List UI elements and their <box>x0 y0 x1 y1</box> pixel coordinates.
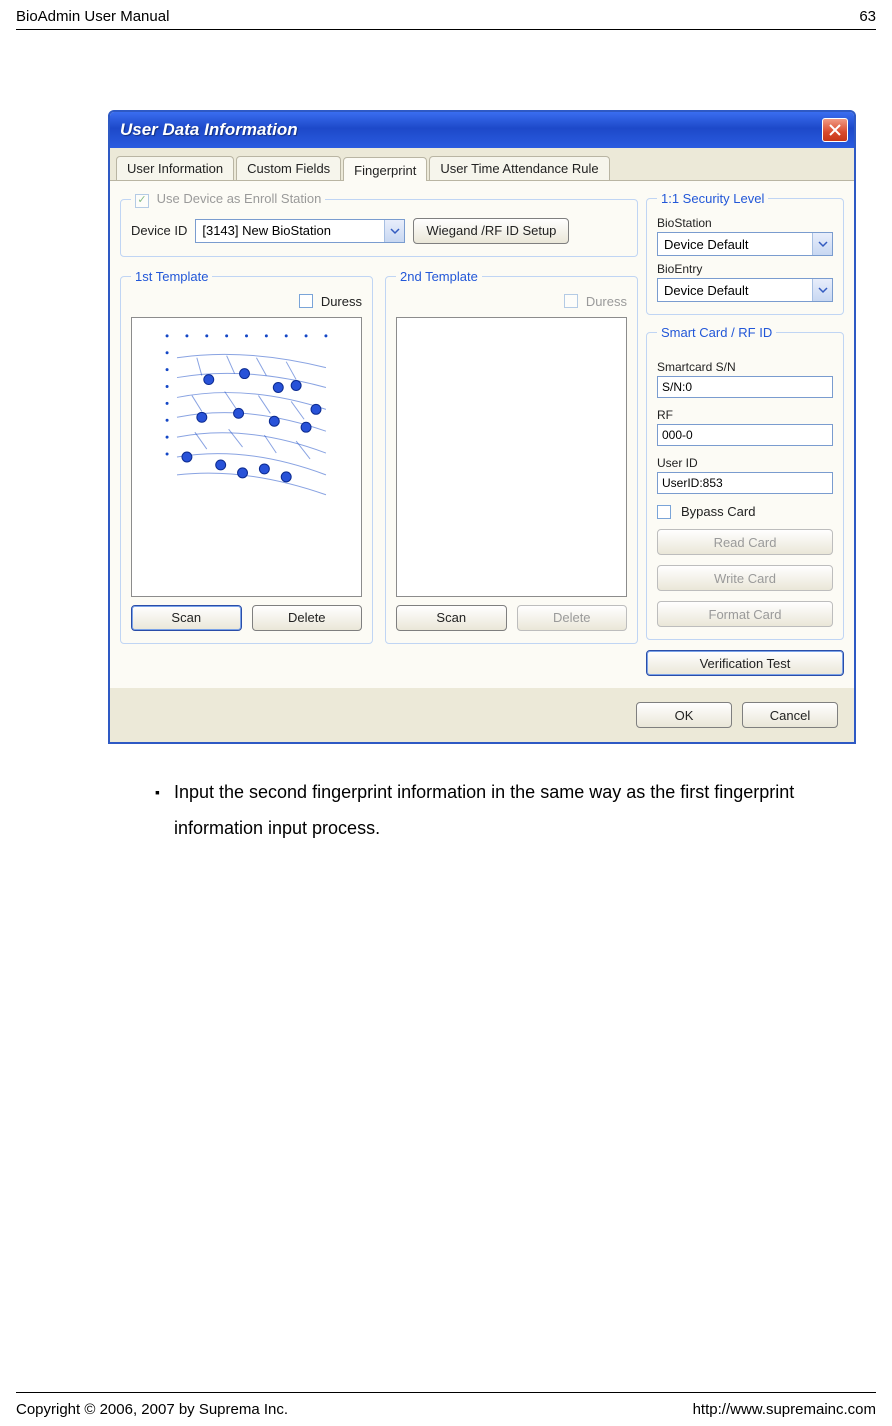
wiegand-setup-button[interactable]: Wiegand /RF ID Setup <box>413 218 569 244</box>
duress1-label: Duress <box>321 294 362 309</box>
chevron-down-icon <box>812 279 832 301</box>
tab-time-attendance[interactable]: User Time Attendance Rule <box>429 156 609 180</box>
bioentry-value: Device Default <box>664 283 749 298</box>
tab-strip: User Information Custom Fields Fingerpri… <box>110 148 854 181</box>
security-legend: 1:1 Security Level <box>657 191 768 206</box>
enroll-legend-text: Use Device as Enroll Station <box>157 191 322 206</box>
verification-test-button[interactable]: Verification Test <box>646 650 844 676</box>
duress2-checkbox <box>564 294 578 308</box>
duress2-label: Duress <box>586 294 627 309</box>
template2-preview <box>396 317 627 597</box>
cancel-button[interactable]: Cancel <box>742 702 838 728</box>
smartcard-sn-input[interactable] <box>657 376 833 398</box>
tab-fingerprint[interactable]: Fingerprint <box>343 157 427 181</box>
security-level-group: 1:1 Security Level BioStation Device Def… <box>646 191 844 315</box>
read-card-button: Read Card <box>657 529 833 555</box>
tab-user-information[interactable]: User Information <box>116 156 234 180</box>
page-number: 63 <box>859 8 876 25</box>
biostation-select[interactable]: Device Default <box>657 232 833 256</box>
bypass-card-label: Bypass Card <box>681 504 755 519</box>
duress1-checkbox[interactable] <box>299 294 313 308</box>
template2-scan-button[interactable]: Scan <box>396 605 507 631</box>
smartcard-legend: Smart Card / RF ID <box>657 325 776 340</box>
dialog-titlebar: User Data Information <box>110 112 854 148</box>
device-id-value: [3143] New BioStation <box>202 223 331 238</box>
write-card-button: Write Card <box>657 565 833 591</box>
ok-button[interactable]: OK <box>636 702 732 728</box>
template2-delete-button: Delete <box>517 605 628 631</box>
enroll-station-group: Use Device as Enroll Station Device ID [… <box>120 191 638 257</box>
biostation-value: Device Default <box>664 237 749 252</box>
close-icon[interactable] <box>822 118 848 142</box>
dialog-title: User Data Information <box>120 120 298 140</box>
bypass-card-checkbox[interactable] <box>657 505 671 519</box>
footer-url: http://www.supremainc.com <box>693 1401 876 1418</box>
user-data-info-dialog: User Data Information User Information C… <box>108 110 856 744</box>
tab-custom-fields[interactable]: Custom Fields <box>236 156 341 180</box>
rf-label: RF <box>657 408 833 422</box>
use-device-checkbox <box>135 194 149 208</box>
smartcard-sn-label: Smartcard S/N <box>657 360 833 374</box>
template1-delete-button[interactable]: Delete <box>252 605 363 631</box>
second-template-group: 2nd Template Duress Scan Delete <box>385 269 638 644</box>
bullet-marker: ▪ <box>155 774 160 846</box>
device-id-label: Device ID <box>131 223 187 238</box>
rf-input[interactable] <box>657 424 833 446</box>
userid-label: User ID <box>657 456 833 470</box>
userid-input[interactable] <box>657 472 833 494</box>
chevron-down-icon <box>812 233 832 255</box>
format-card-button: Format Card <box>657 601 833 627</box>
bioentry-label: BioEntry <box>657 262 833 276</box>
smartcard-group: Smart Card / RF ID Smartcard S/N RF User… <box>646 325 844 640</box>
copyright-text: Copyright © 2006, 2007 by Suprema Inc. <box>16 1401 288 1418</box>
header-divider <box>16 29 876 30</box>
template1-preview <box>131 317 362 597</box>
enroll-legend: Use Device as Enroll Station <box>131 191 325 208</box>
chevron-down-icon <box>384 220 404 242</box>
first-template-group: 1st Template Duress <box>120 269 373 644</box>
bullet-text: Input the second fingerprint information… <box>174 774 855 846</box>
device-id-select[interactable]: [3143] New BioStation <box>195 219 405 243</box>
second-template-legend: 2nd Template <box>396 269 482 284</box>
template1-scan-button[interactable]: Scan <box>131 605 242 631</box>
first-template-legend: 1st Template <box>131 269 212 284</box>
bioentry-select[interactable]: Device Default <box>657 278 833 302</box>
dialog-footer: OK Cancel <box>110 688 854 742</box>
biostation-label: BioStation <box>657 216 833 230</box>
doc-title: BioAdmin User Manual <box>16 8 169 25</box>
